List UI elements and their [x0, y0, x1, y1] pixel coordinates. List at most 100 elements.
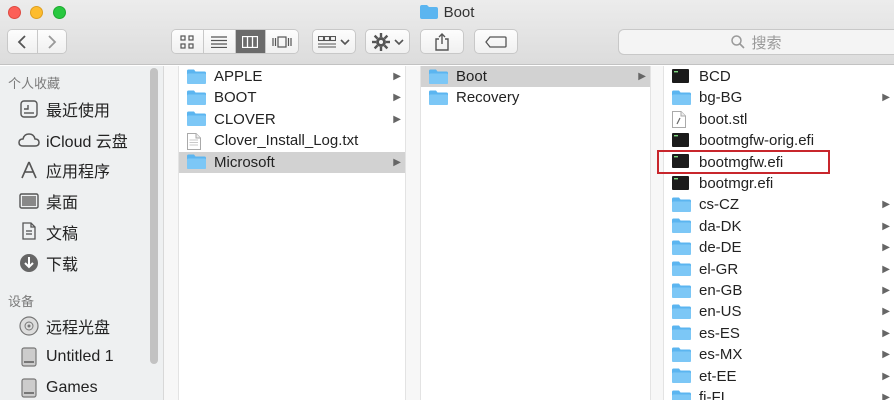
item-name: bootmgr.efi: [699, 175, 774, 192]
item-name: BOOT: [214, 89, 257, 107]
sidebar-item-desktop[interactable]: 桌面: [18, 188, 78, 214]
disc-icon: [18, 315, 40, 337]
recents-icon: [18, 98, 40, 120]
sidebar-header-favorites: 个人收藏: [8, 76, 61, 91]
folder-row[interactable]: Boot ▶: [421, 66, 650, 87]
gallery-view-button[interactable]: [266, 30, 298, 53]
folder-row[interactable]: et-EE ▶: [664, 366, 894, 387]
item-name: cs-CZ: [699, 196, 739, 214]
sidebar-item-games[interactable]: Games: [18, 375, 98, 400]
item-name: fi-FI: [699, 389, 725, 400]
disclosure-arrow-icon: ▶: [882, 392, 890, 400]
folder-row[interactable]: en-US ▶: [664, 301, 894, 322]
sidebar-item-remote-disc[interactable]: 远程光盘: [18, 313, 110, 339]
file-row[interactable]: Clover_Install_Log.txt: [179, 130, 405, 151]
sidebar-item-icloud[interactable]: iCloud 云盘: [18, 127, 128, 153]
folder-row[interactable]: CLOVER ▶: [179, 109, 405, 130]
search-icon: [731, 35, 746, 49]
gallery-icon: [272, 35, 292, 48]
item-name: en-GB: [699, 282, 743, 299]
folder-row[interactable]: bg-BG ▶: [664, 87, 894, 108]
disclosure-arrow-icon: ▶: [638, 71, 646, 82]
folder-row[interactable]: APPLE ▶: [179, 66, 405, 87]
folder-icon: [429, 90, 448, 106]
share-button[interactable]: [420, 29, 464, 54]
folder-icon: [672, 347, 691, 363]
tag-icon: [485, 35, 507, 48]
chevron-left-icon: [17, 34, 26, 49]
folder-row[interactable]: da-DK ▶: [664, 216, 894, 237]
column-divider[interactable]: [651, 66, 664, 400]
folder-icon: [429, 69, 448, 85]
disclosure-arrow-icon: ▶: [882, 242, 890, 254]
disclosure-arrow-icon: ▶: [882, 220, 890, 232]
list-icon: [211, 35, 228, 48]
folder-row[interactable]: fi-FI ▶: [664, 387, 894, 400]
desktop-icon: [18, 190, 40, 212]
file-row[interactable]: BCD: [664, 66, 894, 87]
disclosure-arrow-icon: ▶: [882, 370, 890, 382]
item-name: et-EE: [699, 367, 737, 385]
forward-button[interactable]: [37, 30, 66, 53]
nav-buttons: [7, 29, 67, 54]
icon-view-button[interactable]: [172, 30, 204, 53]
sidebar-item-label: iCloud 云盘: [46, 134, 128, 151]
item-name: en-US: [699, 303, 742, 321]
folder-row[interactable]: Recovery: [421, 87, 650, 108]
chevron-down-icon: [393, 38, 404, 45]
toolbar: Boot 搜索: [0, 0, 894, 65]
item-name: el-GR: [699, 260, 739, 278]
folder-row[interactable]: en-GB ▶: [664, 280, 894, 301]
folder-row[interactable]: Microsoft ▶: [179, 151, 405, 173]
folder-row[interactable]: de-DE ▶: [664, 237, 894, 258]
disclosure-arrow-icon: ▶: [882, 199, 890, 211]
folder-icon: [672, 197, 691, 213]
item-name: da-DK: [699, 217, 742, 235]
sidebar-scrollbar[interactable]: [150, 68, 158, 364]
file-row[interactable]: bootmgfw-orig.efi: [664, 130, 894, 151]
item-name: CLOVER: [214, 110, 276, 128]
view-mode-selector: [171, 29, 299, 54]
item-name: Boot: [456, 68, 487, 85]
file-row[interactable]: boot.stl: [664, 109, 894, 130]
column-divider[interactable]: [164, 66, 179, 400]
folder-icon: [187, 69, 206, 85]
item-name: Recovery: [456, 89, 520, 107]
finder-window: Boot 搜索 个人收藏 最近使用 iCloud 云盘 应用程序 桌面 文稿 下…: [0, 0, 894, 400]
folder-row[interactable]: es-MX ▶: [664, 344, 894, 365]
group-by-button[interactable]: [312, 29, 356, 54]
applications-icon: [18, 159, 40, 181]
sidebar-item-label: 最近使用: [46, 103, 111, 120]
column-divider[interactable]: [406, 66, 421, 400]
folder-row[interactable]: cs-CZ ▶: [664, 194, 894, 215]
folder-icon: [672, 368, 691, 384]
folder-row[interactable]: el-GR ▶: [664, 259, 894, 280]
sidebar-item-label: 远程光盘: [46, 320, 111, 337]
sidebar-item-downloads[interactable]: 下载: [18, 250, 78, 276]
column-2: Boot ▶ Recovery: [421, 66, 651, 400]
folder-icon: [672, 325, 691, 341]
search-input[interactable]: 搜索: [618, 29, 894, 55]
folder-icon: [672, 90, 691, 106]
sidebar-item-untitled-1[interactable]: Untitled 1: [18, 344, 114, 370]
folder-row[interactable]: BOOT ▶: [179, 87, 405, 108]
file-row[interactable]: bootmgr.efi: [664, 173, 894, 194]
back-button[interactable]: [8, 30, 38, 53]
folder-row[interactable]: es-ES ▶: [664, 323, 894, 344]
list-view-button[interactable]: [203, 30, 236, 53]
folder-icon: [672, 218, 691, 234]
folder-icon: [672, 390, 691, 400]
folder-icon: [187, 90, 206, 106]
sidebar-item-label: Untitled 1: [46, 348, 114, 365]
disclosure-arrow-icon: ▶: [882, 327, 890, 339]
sidebar-item-applications[interactable]: 应用程序: [18, 157, 110, 183]
sidebar-item-recents[interactable]: 最近使用: [18, 96, 110, 122]
folder-icon: [187, 154, 206, 170]
sidebar-item-label: 下载: [46, 257, 79, 274]
action-button[interactable]: [365, 29, 410, 54]
drive-icon: [18, 346, 40, 368]
sidebar-item-documents[interactable]: 文稿: [18, 219, 78, 245]
column-1: APPLE ▶ BOOT ▶ CLOVER ▶ Clover_Install_Log.txt…: [179, 66, 406, 400]
column-view-button[interactable]: [235, 30, 267, 53]
tags-button[interactable]: [474, 29, 518, 54]
